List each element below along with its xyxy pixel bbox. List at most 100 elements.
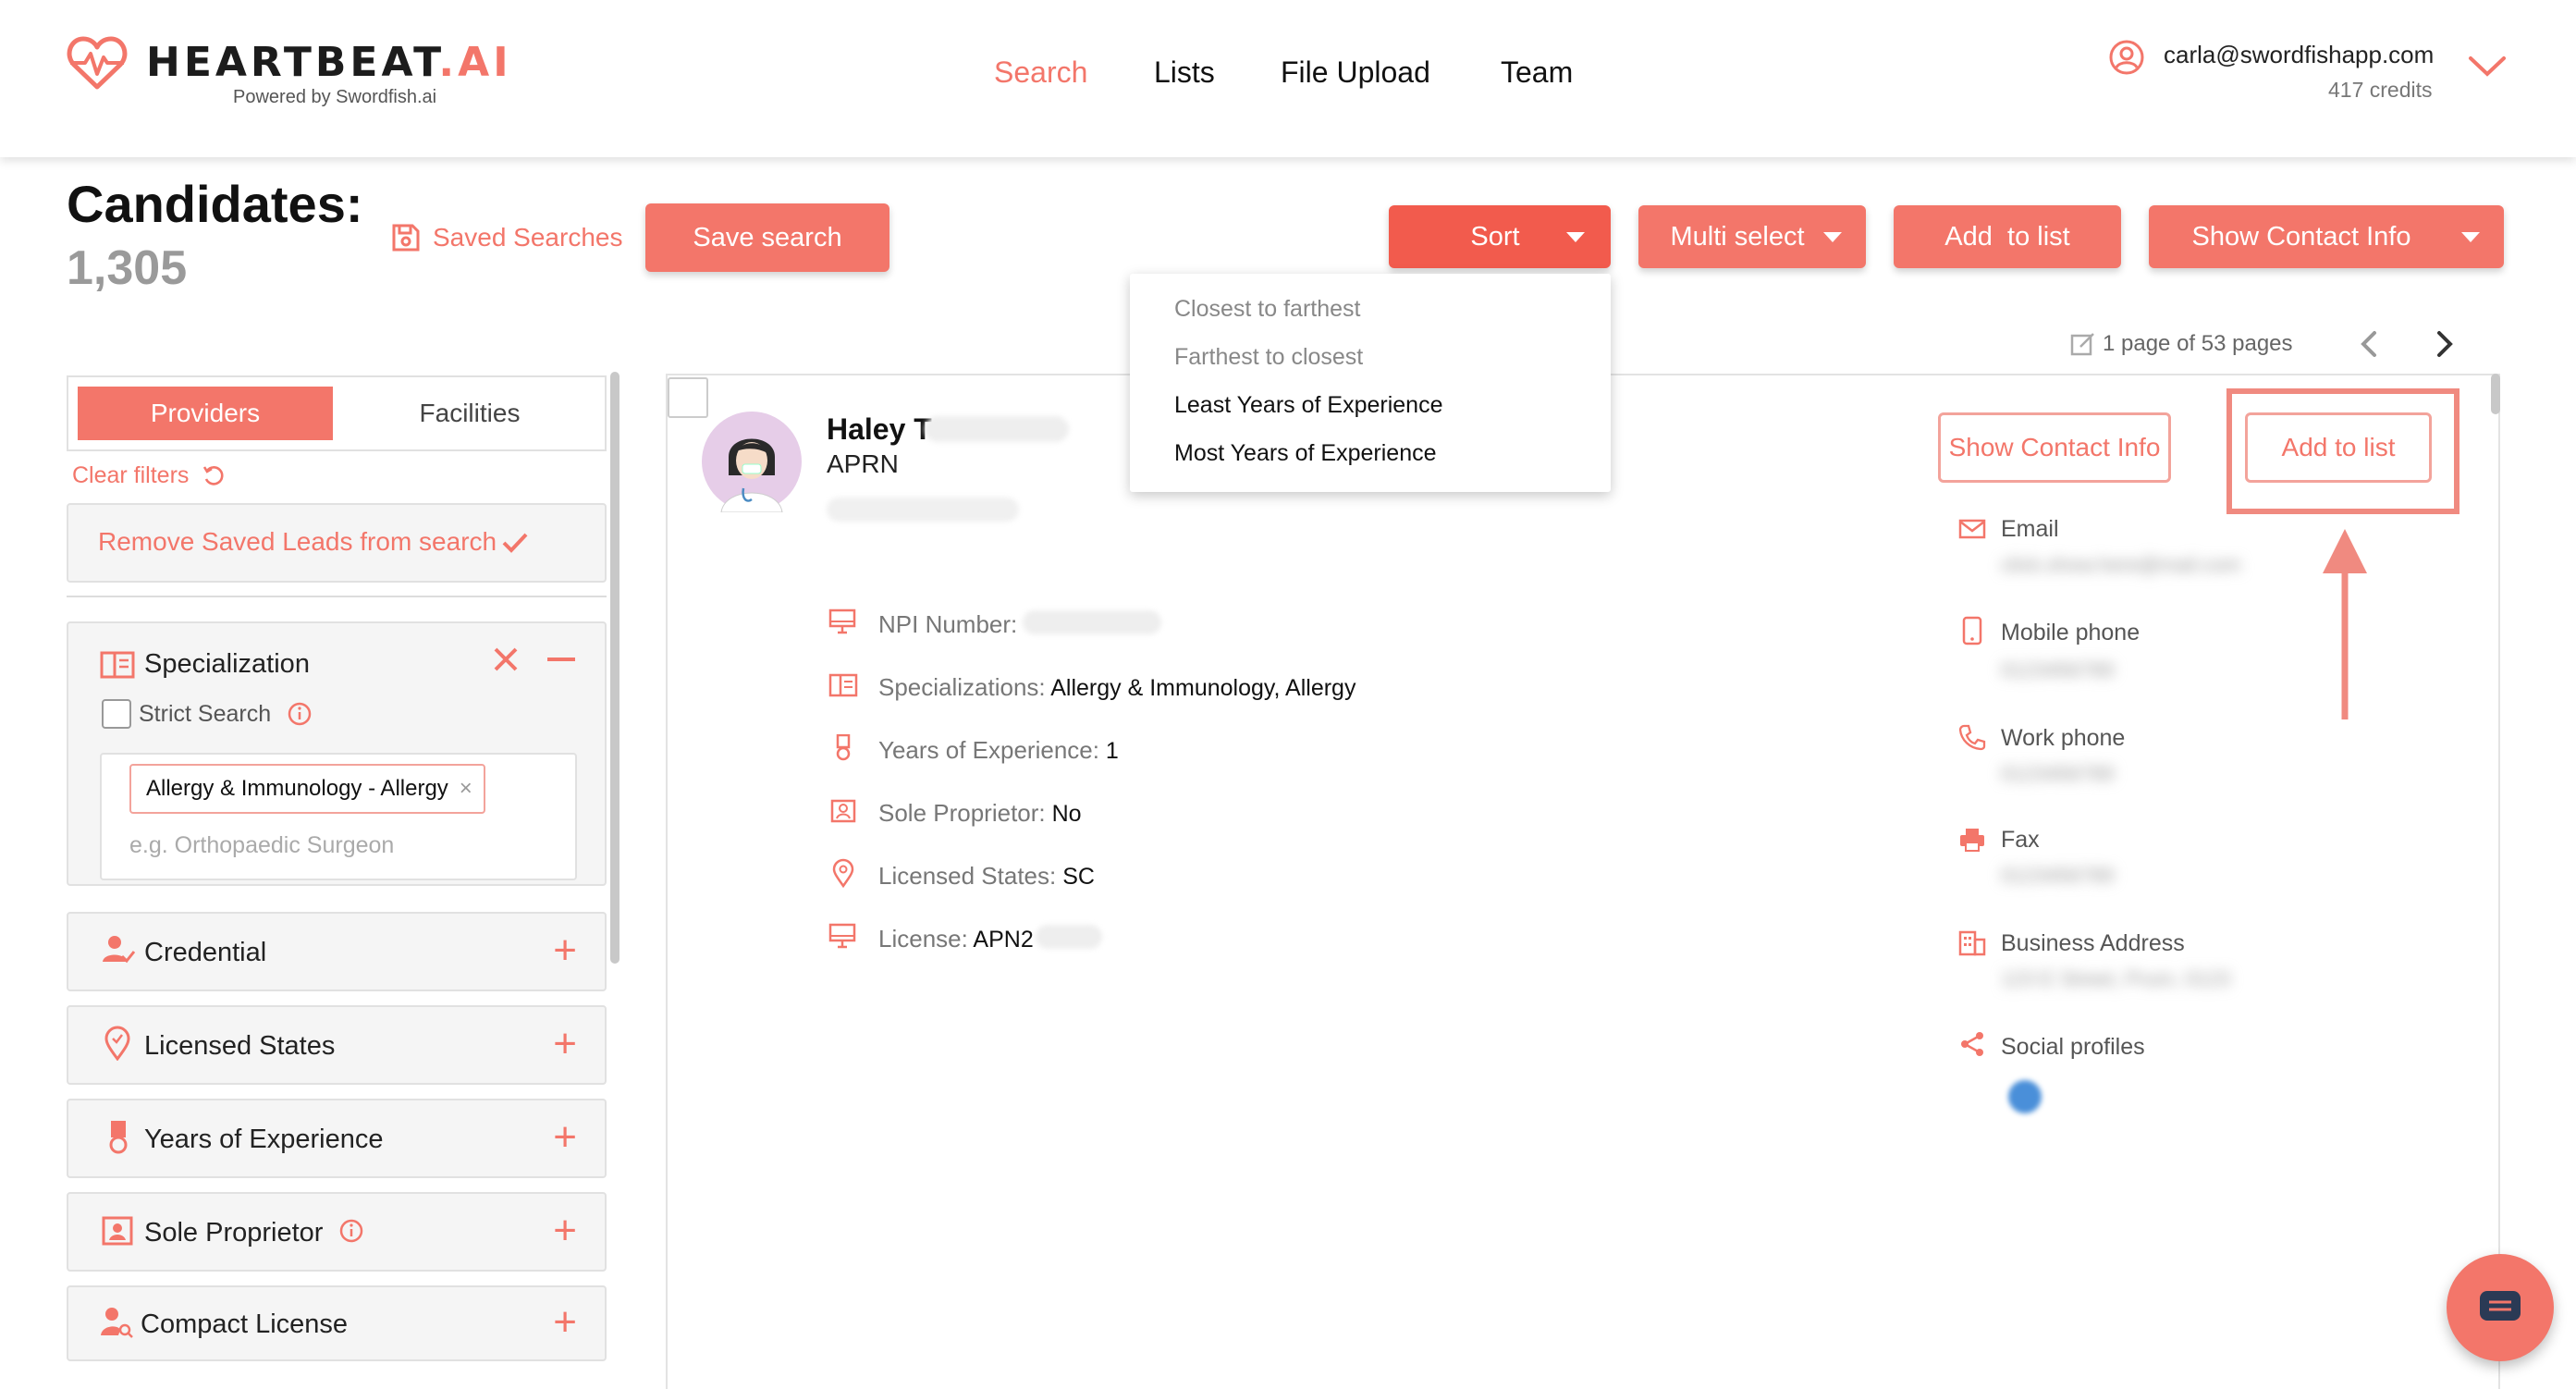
contact-email-label: Email bbox=[2001, 516, 2059, 542]
multi-select-button[interactable]: Multi select bbox=[1638, 205, 1866, 268]
filter-compact-license[interactable]: Compact License + bbox=[67, 1285, 607, 1361]
sidebar-divider bbox=[67, 596, 607, 597]
contact-work-phone-label: Work phone bbox=[2001, 725, 2126, 751]
sort-option-farthest[interactable]: Farthest to closest bbox=[1174, 344, 1363, 371]
sort-button[interactable]: Sort bbox=[1389, 205, 1611, 268]
plus-icon[interactable]: + bbox=[553, 1302, 577, 1343]
filter-years-of-experience-label: Years of Experience bbox=[144, 1125, 384, 1154]
book-icon bbox=[100, 651, 135, 679]
edit-icon bbox=[2070, 333, 2094, 356]
sort-label: Sort bbox=[1470, 221, 1520, 252]
show-contact-info-button[interactable]: Show Contact Info bbox=[1938, 412, 2171, 483]
info-icon[interactable] bbox=[338, 1218, 364, 1244]
close-icon[interactable] bbox=[492, 645, 520, 673]
arrow-up-icon bbox=[2323, 529, 2367, 719]
plus-icon[interactable]: + bbox=[553, 1024, 577, 1064]
heartbeat-logo-icon bbox=[67, 36, 128, 90]
card-scrollbar[interactable] bbox=[2491, 374, 2500, 414]
share-icon bbox=[1961, 1032, 1983, 1056]
multi-select-label: Multi select bbox=[1670, 221, 1805, 252]
save-search-button[interactable]: Save search bbox=[645, 203, 889, 272]
plus-icon[interactable]: + bbox=[553, 930, 577, 971]
minus-icon[interactable] bbox=[547, 657, 575, 662]
specialization-title: Specialization bbox=[144, 649, 310, 679]
contact-email-value: click.show.here@mail.com bbox=[2001, 553, 2241, 576]
monitor-icon bbox=[828, 608, 856, 634]
sort-option-least-experience[interactable]: Least Years of Experience bbox=[1174, 392, 1442, 419]
tab-facilities[interactable]: Facilities bbox=[342, 387, 597, 440]
contact-mobile-label: Mobile phone bbox=[2001, 620, 2141, 645]
show-contact-info-label: Show Contact Info bbox=[2191, 221, 2411, 252]
chevron-down-icon[interactable] bbox=[2467, 54, 2508, 80]
add-to-list-button[interactable]: Add to list bbox=[2245, 412, 2432, 483]
info-icon[interactable] bbox=[287, 701, 313, 727]
filter-licensed-states[interactable]: Licensed States + bbox=[67, 1005, 607, 1085]
filter-years-of-experience[interactable]: Years of Experience + bbox=[67, 1099, 607, 1178]
brand-logo[interactable]: HEARTBEAT.AI Powered by Swordfish.ai bbox=[67, 33, 509, 117]
clear-filters-label: Clear filters bbox=[72, 462, 190, 488]
chat-icon bbox=[2480, 1291, 2521, 1321]
top-header: HEARTBEAT.AI Powered by Swordfish.ai Sea… bbox=[0, 0, 2576, 157]
chevron-left-icon[interactable] bbox=[2356, 327, 2384, 361]
add-to-list-toolbar-button[interactable]: Add to list bbox=[1894, 205, 2121, 268]
id-badge-icon bbox=[830, 799, 856, 823]
brand-name: HEARTBEAT.AI bbox=[146, 39, 512, 86]
filter-credential[interactable]: Credential + bbox=[67, 912, 607, 991]
show-contact-info-toolbar-button[interactable]: Show Contact Info bbox=[2149, 205, 2504, 268]
filter-sole-proprietor[interactable]: Sole Proprietor + bbox=[67, 1192, 607, 1272]
social-profile-icon[interactable] bbox=[2008, 1080, 2042, 1113]
saved-searches-link[interactable]: Saved Searches bbox=[390, 222, 622, 253]
detail-npi: NPI Number: bbox=[878, 610, 1018, 638]
filter-credential-label: Credential bbox=[144, 938, 267, 967]
sort-option-most-experience[interactable]: Most Years of Experience bbox=[1174, 440, 1437, 467]
nav-search[interactable]: Search bbox=[994, 55, 1087, 90]
contact-fax-value: 0123456789 bbox=[2001, 864, 2115, 887]
redacted-subtitle bbox=[827, 498, 1019, 522]
chat-widget-button[interactable] bbox=[2447, 1254, 2554, 1361]
filter-licensed-states-label: Licensed States bbox=[144, 1031, 336, 1061]
reset-icon bbox=[203, 465, 224, 486]
redacted-npi bbox=[1023, 610, 1161, 634]
remove-saved-leads-toggle[interactable]: Remove Saved Leads from search bbox=[67, 503, 607, 583]
medal-icon bbox=[836, 734, 851, 761]
building-icon bbox=[1958, 930, 1986, 956]
filter-sole-proprietor-label: Sole Proprietor bbox=[144, 1218, 324, 1248]
plus-icon[interactable]: + bbox=[553, 1211, 577, 1251]
contact-social-label: Social profiles bbox=[2001, 1034, 2145, 1060]
strict-search-label: Strict Search bbox=[139, 701, 272, 727]
plus-icon[interactable]: + bbox=[553, 1117, 577, 1158]
multi-select-caret-icon bbox=[1823, 232, 1842, 242]
checkmark-icon bbox=[502, 533, 528, 553]
contact-fax-label: Fax bbox=[2001, 827, 2040, 853]
floppy-disk-icon bbox=[392, 224, 420, 252]
account-email: carla@swordfishapp.com bbox=[2164, 41, 2435, 68]
specialization-filter: Specialization Strict Search Allergy & I… bbox=[67, 621, 607, 886]
pagination-text: 1 page of 53 pages bbox=[2103, 331, 2293, 356]
specialization-tag: Allergy & Immunology - Allergy × bbox=[129, 764, 485, 814]
candidate-count: 1,305 bbox=[67, 241, 188, 295]
sidebar-scrollbar[interactable] bbox=[610, 372, 619, 964]
strict-search-checkbox[interactable] bbox=[102, 699, 131, 729]
contact-address-label: Business Address bbox=[2001, 930, 2185, 956]
show-contact-caret-icon bbox=[2461, 232, 2480, 242]
monitor-icon bbox=[828, 923, 856, 949]
nav-lists[interactable]: Lists bbox=[1154, 55, 1215, 90]
chevron-right-icon[interactable] bbox=[2430, 327, 2458, 361]
nav-file-upload[interactable]: File Upload bbox=[1281, 55, 1430, 90]
sort-option-closest[interactable]: Closest to farthest bbox=[1174, 296, 1360, 323]
specialization-placeholder: e.g. Orthopaedic Surgeon bbox=[129, 832, 395, 858]
candidate-name: Haley T bbox=[827, 412, 932, 446]
clear-filters-link[interactable]: Clear filters bbox=[72, 462, 226, 489]
user-icon bbox=[2109, 40, 2144, 75]
detail-specializations: Specializations: Allergy & Immunology, A… bbox=[878, 673, 1356, 701]
tag-remove-icon[interactable]: × bbox=[460, 776, 472, 802]
nav-team[interactable]: Team bbox=[1501, 55, 1573, 90]
detail-sole-proprietor: Sole Proprietor: No bbox=[878, 799, 1082, 827]
redacted-surname bbox=[925, 416, 1069, 442]
powered-by: Powered by Swordfish.ai bbox=[233, 87, 437, 107]
account-credits: 417 credits bbox=[2328, 78, 2433, 102]
medal-icon bbox=[109, 1121, 128, 1154]
tab-providers[interactable]: Providers bbox=[78, 387, 333, 440]
specialization-input-box[interactable]: Allergy & Immunology - Allergy × e.g. Or… bbox=[100, 753, 577, 880]
book-icon bbox=[828, 673, 858, 697]
